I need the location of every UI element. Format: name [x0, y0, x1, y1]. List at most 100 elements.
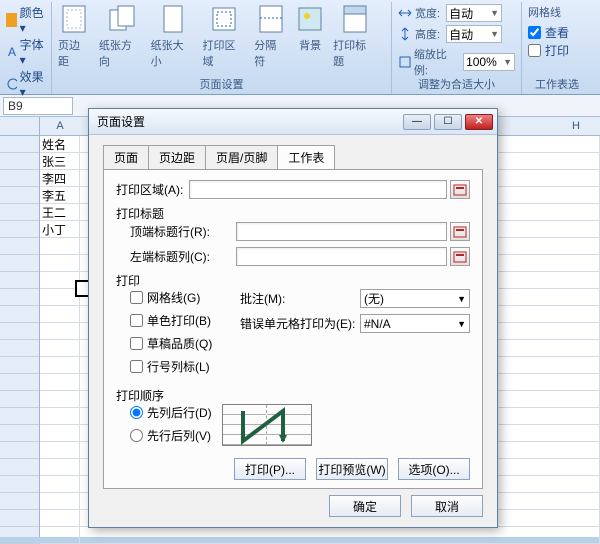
- row-header[interactable]: [0, 204, 39, 221]
- print-titles-btn[interactable]: 打印标题: [333, 4, 377, 69]
- options-button[interactable]: 选项(O)...: [398, 458, 470, 480]
- maximize-button[interactable]: ☐: [434, 114, 462, 130]
- breaks-btn[interactable]: 分隔符: [254, 4, 287, 69]
- background-btn[interactable]: 背景: [295, 4, 325, 69]
- tab-sheet[interactable]: 工作表: [277, 145, 335, 169]
- row-header[interactable]: [0, 425, 39, 442]
- radio-over[interactable]: 先行后列(V): [130, 427, 212, 444]
- print-area-field[interactable]: [189, 180, 447, 199]
- cell[interactable]: [40, 408, 80, 425]
- top-rows-picker[interactable]: [450, 222, 470, 241]
- cell[interactable]: 李五: [40, 187, 80, 204]
- width-combo[interactable]: 自动▼: [446, 4, 502, 22]
- left-cols-picker[interactable]: [450, 247, 470, 266]
- chk-draft[interactable]: 草稿品质(Q): [130, 335, 240, 352]
- row-header[interactable]: [0, 408, 39, 425]
- order-diagram: [222, 404, 312, 446]
- cell[interactable]: [40, 476, 80, 493]
- height-combo[interactable]: 自动▼: [446, 25, 502, 43]
- ok-button[interactable]: 确定: [329, 495, 401, 517]
- left-cols-field[interactable]: [236, 247, 447, 266]
- cancel-button[interactable]: 取消: [411, 495, 483, 517]
- size-btn[interactable]: 纸张大小: [151, 4, 195, 69]
- row-header[interactable]: [0, 340, 39, 357]
- cell[interactable]: [40, 527, 80, 544]
- gridlines-group: 网格线 查看 打印 工作表选: [522, 2, 592, 94]
- cell[interactable]: 小丁: [40, 221, 80, 238]
- order-arrow-icon: [223, 405, 313, 447]
- print-area-btn[interactable]: 打印区域: [202, 4, 246, 69]
- print-area-picker[interactable]: [450, 180, 470, 199]
- radio-down[interactable]: 先列后行(D): [130, 404, 212, 421]
- cell[interactable]: [40, 459, 80, 476]
- margins-btn[interactable]: 页边距: [58, 4, 91, 69]
- margins-icon: [59, 4, 89, 34]
- tab-header-footer[interactable]: 页眉/页脚: [205, 145, 278, 169]
- view-check[interactable]: 查看: [528, 24, 586, 41]
- row-header[interactable]: [0, 153, 39, 170]
- col-header-a[interactable]: A: [40, 117, 80, 136]
- row-header[interactable]: [0, 255, 39, 272]
- row-header[interactable]: [0, 357, 39, 374]
- chk-rowcol[interactable]: 行号列标(L): [130, 358, 240, 375]
- fonts-btn[interactable]: A字体 ▾: [6, 36, 45, 67]
- preview-button[interactable]: 打印预览(W): [316, 458, 388, 480]
- cell[interactable]: [40, 323, 80, 340]
- row-header[interactable]: [0, 527, 39, 544]
- cell[interactable]: [40, 289, 80, 306]
- print-button[interactable]: 打印(P)...: [234, 458, 306, 480]
- cell[interactable]: [40, 306, 80, 323]
- row-header[interactable]: [0, 136, 39, 153]
- cell[interactable]: 姓名: [40, 136, 80, 153]
- cell[interactable]: 李四: [40, 170, 80, 187]
- row-header[interactable]: [0, 510, 39, 527]
- cell[interactable]: [80, 527, 600, 544]
- row-header[interactable]: [0, 459, 39, 476]
- row-header[interactable]: [0, 493, 39, 510]
- tab-margins[interactable]: 页边距: [148, 145, 206, 169]
- row-header[interactable]: [0, 391, 39, 408]
- row-header[interactable]: [0, 221, 39, 238]
- cell[interactable]: [40, 510, 80, 527]
- cell[interactable]: [40, 442, 80, 459]
- comments-select[interactable]: (无)▼: [360, 289, 470, 308]
- select-all-corner[interactable]: [0, 117, 39, 136]
- tab-page[interactable]: 页面: [103, 145, 149, 169]
- cell[interactable]: [40, 238, 80, 255]
- cell[interactable]: [40, 272, 80, 289]
- colors-btn[interactable]: 颜色 ▾: [6, 4, 45, 35]
- cell[interactable]: 张三: [40, 153, 80, 170]
- cell[interactable]: [40, 391, 80, 408]
- cell[interactable]: [40, 357, 80, 374]
- errors-select[interactable]: #N/A▼: [360, 314, 470, 333]
- cell[interactable]: [40, 255, 80, 272]
- name-box[interactable]: B9: [3, 97, 73, 115]
- row-header[interactable]: [0, 187, 39, 204]
- row-header[interactable]: [0, 306, 39, 323]
- row-header[interactable]: [0, 272, 39, 289]
- row-header[interactable]: [0, 170, 39, 187]
- cell[interactable]: [40, 425, 80, 442]
- chk-grid[interactable]: 网格线(G): [130, 289, 240, 306]
- themes-group: 颜色 ▾ A字体 ▾ 效果 ▾: [0, 2, 52, 94]
- close-button[interactable]: ✕: [465, 114, 493, 130]
- row-header[interactable]: [0, 323, 39, 340]
- orientation-btn[interactable]: 纸张方向: [99, 4, 143, 69]
- cell[interactable]: [40, 374, 80, 391]
- cell[interactable]: 王二: [40, 204, 80, 221]
- cell[interactable]: [40, 340, 80, 357]
- row-header[interactable]: [0, 442, 39, 459]
- minimize-button[interactable]: —: [403, 114, 431, 130]
- ratio-combo[interactable]: 100%▼: [463, 53, 515, 71]
- cell[interactable]: [40, 493, 80, 510]
- row-header[interactable]: [0, 238, 39, 255]
- row-header[interactable]: [0, 289, 39, 306]
- row-header[interactable]: [0, 476, 39, 493]
- effects-btn[interactable]: 效果 ▾: [6, 68, 45, 99]
- row-header[interactable]: [0, 374, 39, 391]
- chk-mono[interactable]: 单色打印(B): [130, 312, 240, 329]
- top-rows-field[interactable]: [236, 222, 447, 241]
- left-cols-label: 左端标题列(C):: [130, 248, 230, 265]
- print-check[interactable]: 打印: [528, 42, 586, 59]
- titlebar[interactable]: 页面设置 — ☐ ✕: [89, 109, 497, 135]
